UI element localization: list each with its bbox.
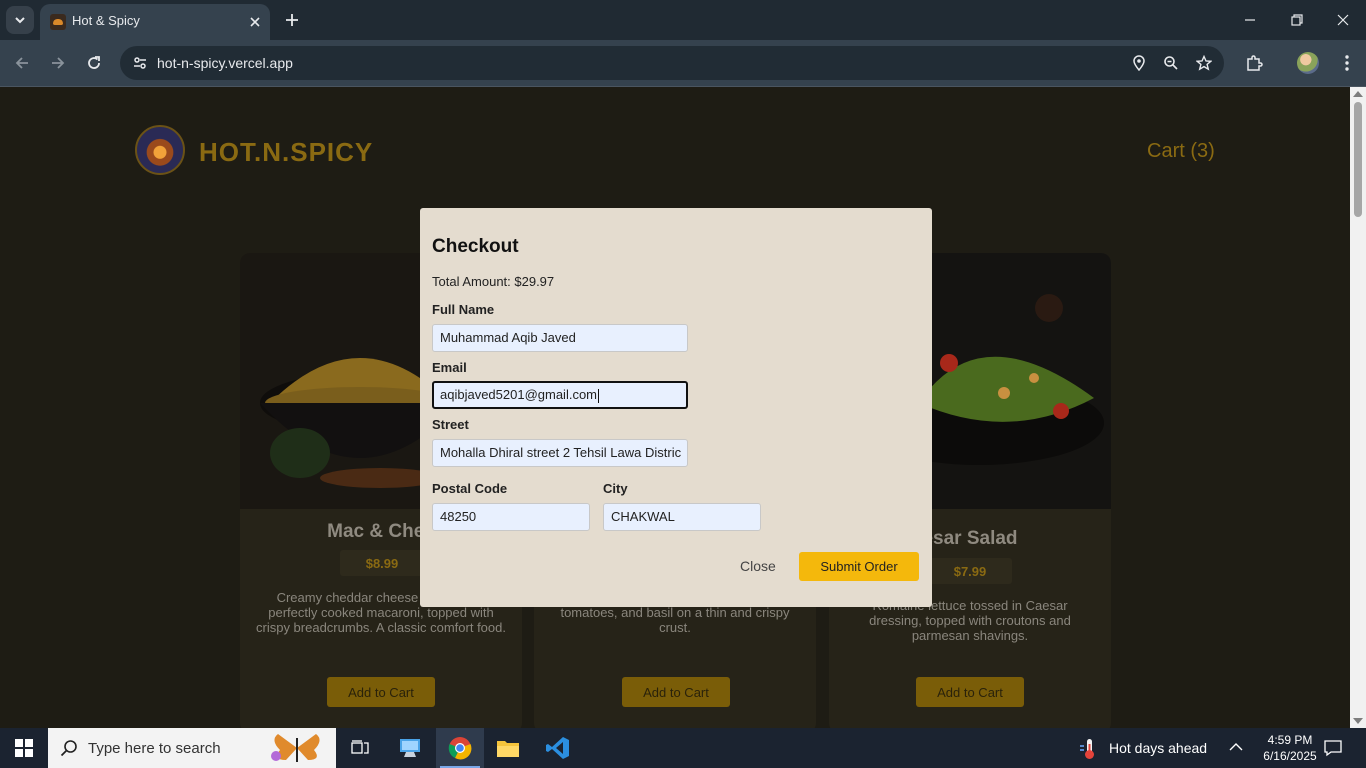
task-view-icon: [351, 740, 369, 754]
brand-logo[interactable]: [135, 125, 185, 175]
email-value: aqibjaved5201@gmail.com: [440, 387, 598, 402]
chevron-down-icon: [15, 17, 25, 24]
browser-tab-bar: Hot & Spicy: [0, 0, 1366, 40]
vscode-icon: [546, 737, 569, 759]
extensions-button[interactable]: [1240, 49, 1268, 77]
total-amount: Total Amount: $29.97: [432, 274, 555, 289]
location-pin-icon: [1133, 55, 1145, 71]
site-favicon-icon: [50, 14, 66, 30]
postal-code-input[interactable]: 48250: [432, 503, 590, 531]
notification-icon[interactable]: [1324, 739, 1342, 757]
close-icon: [1337, 14, 1349, 26]
clock-date: 6/16/2025: [1263, 749, 1317, 763]
new-tab-button[interactable]: [280, 8, 304, 32]
add-to-cart-button[interactable]: Add to Cart: [622, 677, 730, 707]
cart-link[interactable]: Cart (3): [1147, 140, 1215, 163]
plus-icon: [286, 14, 298, 26]
restore-icon: [1291, 14, 1303, 26]
search-icon: [60, 740, 77, 757]
scroll-up-arrow-icon[interactable]: [1353, 91, 1363, 97]
full-name-label: Full Name: [432, 302, 495, 317]
taskbar-app-file-explorer[interactable]: [484, 728, 532, 768]
tune-icon: [134, 57, 146, 69]
reload-icon: [88, 56, 100, 69]
city-label: City: [603, 481, 628, 496]
add-to-cart-button[interactable]: Add to Cart: [327, 677, 435, 707]
browser-tab[interactable]: Hot & Spicy: [40, 4, 270, 40]
chevron-up-icon[interactable]: [1228, 741, 1244, 753]
more-vertical-icon: [1345, 55, 1349, 71]
windows-taskbar: Type here to search Hot days ahead 4:59 …: [0, 728, 1366, 768]
bookmark-button[interactable]: [1192, 51, 1216, 75]
tab-search-button[interactable]: [6, 6, 34, 34]
city-input[interactable]: CHAKWAL: [603, 503, 761, 531]
puzzle-icon: [1247, 55, 1263, 71]
taskbar-search[interactable]: Type here to search: [48, 728, 336, 768]
system-clock[interactable]: 4:59 PM 6/16/2025: [1254, 732, 1326, 764]
location-button[interactable]: [1127, 51, 1151, 75]
page-scrollbar[interactable]: [1350, 87, 1366, 728]
chrome-icon: [448, 737, 472, 760]
windows-logo-icon: [15, 739, 33, 757]
checkout-modal: Checkout Total Amount: $29.97 Full Name …: [420, 208, 932, 607]
postal-code-label: Postal Code: [432, 481, 508, 496]
arrow-left-icon: [15, 57, 28, 69]
clock-time: 4:59 PM: [1267, 733, 1313, 747]
zoom-out-icon: [1164, 56, 1178, 70]
profile-avatar[interactable]: [1297, 52, 1319, 74]
product-price: $8.99: [340, 550, 424, 576]
scroll-thumb[interactable]: [1354, 102, 1362, 217]
url-text: hot-n-spicy.vercel.app: [157, 55, 293, 71]
computer-icon: [400, 739, 420, 757]
forward-button[interactable]: [44, 49, 72, 77]
street-input[interactable]: Mohalla Dhiral street 2 Tehsil Lawa Dist…: [432, 439, 688, 467]
add-to-cart-button[interactable]: Add to Cart: [916, 677, 1024, 707]
browser-menu-button[interactable]: [1333, 49, 1361, 77]
site-info-button[interactable]: [128, 51, 152, 75]
text-caret: [598, 388, 600, 403]
star-icon: [1196, 55, 1212, 71]
butterfly-icon: [271, 734, 320, 762]
email-input[interactable]: aqibjaved5201@gmail.com: [432, 381, 688, 409]
reload-button[interactable]: [80, 49, 108, 77]
close-icon: [250, 17, 260, 27]
taskbar-app-pc[interactable]: [386, 728, 434, 768]
product-price: $7.99: [928, 558, 1012, 584]
search-placeholder: Type here to search: [88, 740, 221, 757]
window-close-button[interactable]: [1329, 6, 1357, 34]
page-viewport: HOT.N.SPICY Cart (3) Mac & Chee $8.99 Cr…: [0, 87, 1350, 728]
tab-title: Hot & Spicy: [72, 13, 140, 28]
restore-button[interactable]: [1283, 6, 1311, 34]
address-bar[interactable]: hot-n-spicy.vercel.app: [120, 46, 1224, 80]
close-button[interactable]: Close: [740, 558, 776, 574]
browser-toolbar: hot-n-spicy.vercel.app: [0, 40, 1366, 86]
zoom-button[interactable]: [1159, 51, 1183, 75]
full-name-input[interactable]: Muhammad Aqib Javed: [432, 324, 688, 352]
submit-order-button[interactable]: Submit Order: [799, 552, 919, 581]
start-button[interactable]: [0, 728, 48, 768]
folder-icon: [497, 741, 519, 757]
arrow-right-icon: [52, 57, 65, 69]
email-label: Email: [432, 360, 467, 375]
minimize-button[interactable]: [1236, 6, 1264, 34]
weather-text[interactable]: Hot days ahead: [1109, 740, 1207, 756]
brand-name[interactable]: HOT.N.SPICY: [199, 137, 373, 168]
street-label: Street: [432, 417, 469, 432]
taskbar-app-vscode[interactable]: [534, 728, 582, 768]
task-view-button[interactable]: [336, 728, 384, 768]
modal-title: Checkout: [432, 236, 519, 257]
scroll-down-arrow-icon[interactable]: [1353, 718, 1363, 724]
thermometer-icon: [1080, 739, 1094, 759]
taskbar-app-chrome[interactable]: [436, 728, 484, 768]
minimize-icon: [1245, 19, 1255, 21]
tab-close-button[interactable]: [246, 13, 264, 31]
back-button[interactable]: [8, 49, 36, 77]
